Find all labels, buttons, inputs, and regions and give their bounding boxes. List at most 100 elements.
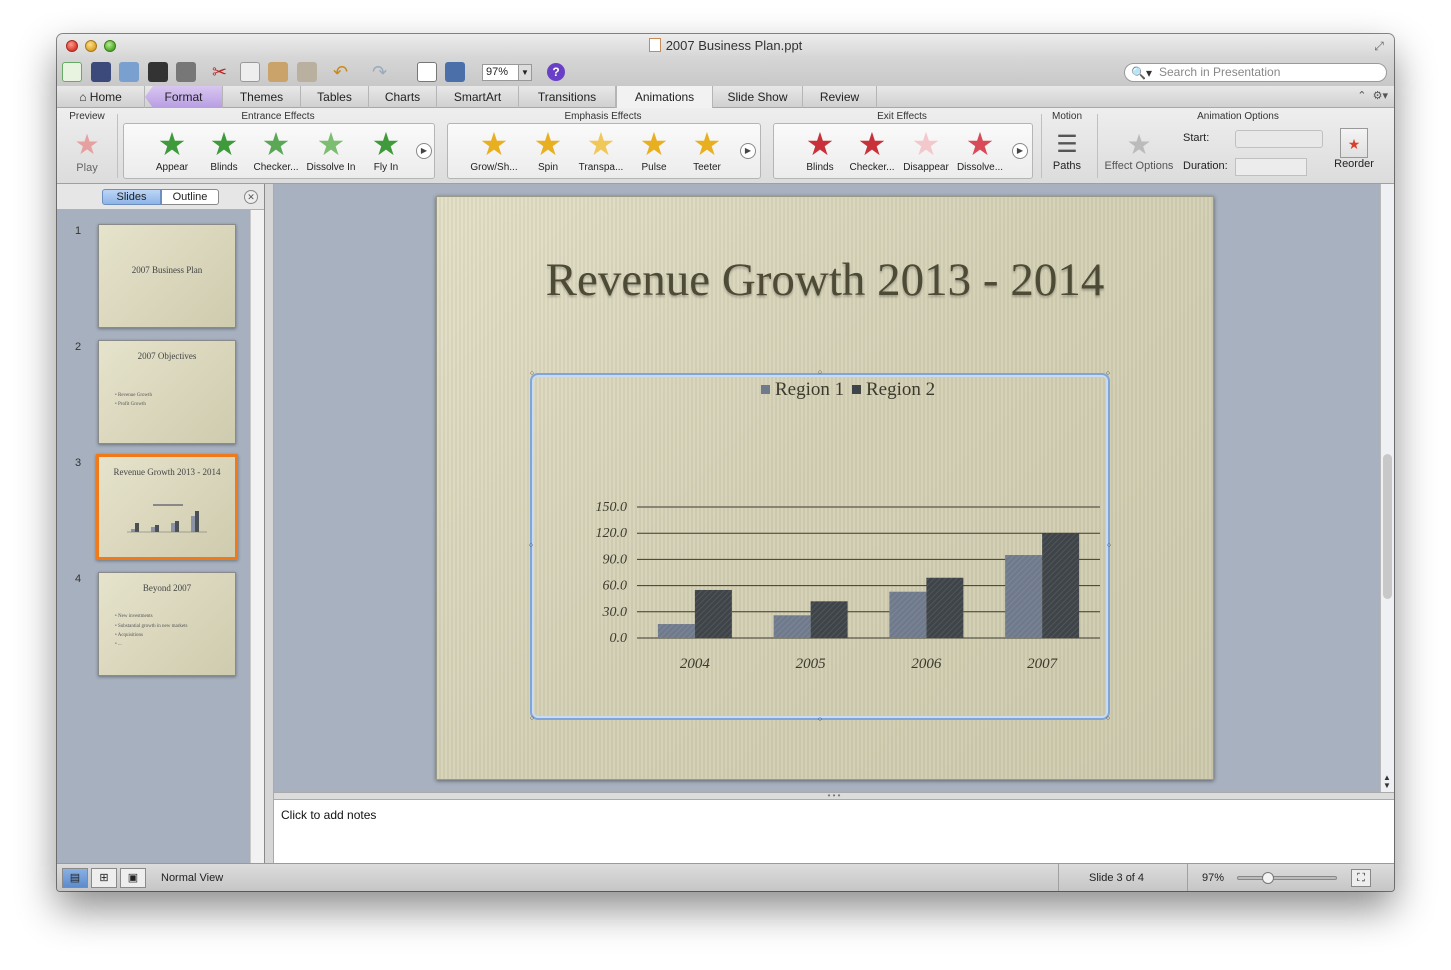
reorder-button[interactable]: ★ Reorder (1331, 128, 1377, 170)
ribbon-collapse-icon[interactable]: ⌃ ⚙▾ (1357, 89, 1388, 102)
effect-spin[interactable]: ★ Spin (522, 126, 574, 174)
search-input[interactable]: 🔍▾ Search in Presentation (1124, 63, 1387, 82)
pane-splitter[interactable] (265, 184, 274, 863)
tab-smartart[interactable]: SmartArt (437, 86, 519, 108)
tab-tables[interactable]: Tables (301, 86, 369, 108)
tab-label: Format (164, 90, 203, 104)
slide-show-icon[interactable] (445, 62, 465, 82)
more-effects-icon[interactable]: ▶ (1012, 143, 1028, 159)
paste-icon[interactable] (268, 62, 288, 82)
tab-label: Transitions (537, 90, 597, 104)
tab-animations[interactable]: Animations (616, 86, 713, 108)
effect-appear[interactable]: ★ Appear (146, 126, 198, 174)
effect-transparency[interactable]: ★ Transpa... (575, 126, 627, 174)
cut-icon[interactable]: ✂ (212, 62, 232, 82)
fullscreen-icon[interactable]: ⤢ (1372, 39, 1386, 53)
status-bar: ▤ ⊞ ▣ Normal View Slide 3 of 4 97% ⛶ (57, 863, 1394, 891)
effect-options-button[interactable]: ★ Effect Options (1103, 130, 1175, 173)
duration-field[interactable] (1235, 158, 1307, 176)
more-effects-icon[interactable]: ▶ (740, 143, 756, 159)
slide-thumbnail-4[interactable]: Beyond 2007 • New investments • Substant… (98, 572, 236, 676)
slide-title[interactable]: Revenue Growth 2013 - 2014 (437, 253, 1213, 307)
format-painter-icon[interactable] (297, 62, 317, 82)
effect-dissolve-out[interactable]: ★ Dissolve... (954, 126, 1006, 174)
effect-teeter[interactable]: ★ Teeter (681, 126, 733, 174)
tab-slides[interactable]: Slides (102, 189, 161, 205)
tab-themes[interactable]: Themes (223, 86, 301, 108)
preview-group-title: Preview (69, 111, 105, 122)
tab-transitions[interactable]: Transitions (519, 86, 616, 108)
canvas-scrollbar[interactable]: ▲ ▼ (1380, 184, 1394, 792)
effect-fly-in[interactable]: ★ Fly In (360, 126, 412, 174)
effect-exit-blinds[interactable]: ★ Blinds (794, 126, 846, 174)
zoom-window-button[interactable] (104, 40, 116, 52)
effect-exit-checker[interactable]: ★ Checker... (846, 126, 898, 174)
y-tick-label: 30.0 (602, 605, 628, 620)
undo-icon[interactable]: ↶ (333, 62, 353, 82)
tab-charts[interactable]: Charts (369, 86, 437, 108)
tab-slide-show[interactable]: Slide Show (713, 86, 803, 108)
save-icon[interactable] (148, 62, 168, 82)
effect-grow-shrink[interactable]: ★ Grow/Sh... (468, 126, 520, 174)
thumb-bar (135, 523, 139, 532)
normal-view-button[interactable]: ▤ (62, 868, 88, 888)
slide-layout-icon[interactable] (417, 62, 437, 82)
tab-home[interactable]: ⌂ Home (57, 86, 145, 108)
slides-scrollbar[interactable] (250, 210, 264, 863)
tab-format[interactable]: Format (145, 86, 223, 108)
help-icon[interactable]: ? (547, 63, 565, 81)
close-window-button[interactable] (66, 40, 78, 52)
thumb-bar (131, 529, 135, 532)
slide: Revenue Growth 2013 - 2014 ⁘ ⁘ ⁘ ⁘ ⁘ ⁘ ⁘… (436, 196, 1214, 780)
print-icon[interactable] (176, 62, 196, 82)
notes-splitter[interactable]: • • • (274, 792, 1394, 800)
legend-label: Region 2 (866, 379, 935, 400)
start-label: Start: (1183, 132, 1210, 144)
page-nav-icon[interactable]: ▲ ▼ (1383, 774, 1391, 790)
effect-disappear[interactable]: ★ Disappear (900, 126, 952, 174)
animations-ribbon: Preview ★ Play Entrance Effects ★ Appear … (57, 108, 1394, 184)
play-star-icon: ★ (74, 129, 100, 160)
bar-chart: 0.0 30.0 60.0 90.0 120.0 150.0 2004 2005 2006 200… (596, 379, 1100, 672)
effect-options-label: Effect Options (1104, 160, 1174, 172)
thumb-bullet: • Revenue Growth (115, 393, 153, 398)
slide-sorter-button[interactable]: ⊞ (91, 868, 117, 888)
thumb-bar (175, 521, 179, 532)
x-tick-label: 2006 (911, 656, 942, 672)
new-slide-icon[interactable] (62, 62, 82, 82)
slide-thumbnail-3[interactable]: Revenue Growth 2013 - 2014 (96, 454, 238, 560)
powerpoint-window: 2007 Business Plan.ppt ⤢ ✂ ↶ ↷ 97% ▼ ? 🔍▾… (57, 34, 1394, 891)
zoom-slider-knob[interactable] (1261, 872, 1274, 884)
tab-outline[interactable]: Outline (161, 189, 219, 205)
start-select[interactable] (1235, 130, 1323, 148)
slide-thumbnail-2[interactable]: 2007 Objectives • Revenue Growth • Profi… (98, 340, 236, 444)
scroll-thumb[interactable] (1383, 454, 1392, 599)
minimize-window-button[interactable] (85, 40, 97, 52)
zoom-slider[interactable] (1237, 872, 1337, 884)
zoom-select[interactable]: 97% ▼ (482, 64, 532, 81)
slide-show-view-button[interactable]: ▣ (120, 868, 146, 888)
view-name: Normal View (161, 872, 224, 884)
slide-thumbnail-1[interactable]: 2007 Business Plan (98, 224, 236, 328)
effect-label: Checker... (253, 162, 299, 173)
effect-label: Appear (155, 162, 189, 173)
effect-pulse[interactable]: ★ Pulse (628, 126, 680, 174)
redo-icon[interactable]: ↷ (372, 62, 392, 82)
legend-swatch (761, 385, 770, 394)
thumb-chart (127, 504, 207, 533)
notes-field[interactable]: Click to add notes (274, 800, 1394, 863)
close-pane-icon[interactable]: ✕ (244, 190, 258, 204)
fit-to-window-icon[interactable]: ⛶ (1351, 869, 1371, 887)
paths-button[interactable]: ☰ Paths (1045, 130, 1089, 172)
play-button[interactable]: ★ Play (69, 128, 105, 174)
divider (1058, 864, 1059, 891)
more-effects-icon[interactable]: ▶ (416, 143, 432, 159)
effect-dissolve-in[interactable]: ★ Dissolve In (302, 126, 360, 174)
effect-checker[interactable]: ★ Checker... (250, 126, 302, 174)
open-folder-icon[interactable] (119, 62, 139, 82)
chart-placeholder[interactable]: ⁘ ⁘ ⁘ ⁘ ⁘ ⁘ ⁘ ⁘ 0.0 30.0 60.0 90.0 120.0 150.… (528, 369, 1113, 724)
copy-icon[interactable] (240, 62, 260, 82)
gallery-icon[interactable] (91, 62, 111, 82)
tab-review[interactable]: Review (803, 86, 877, 108)
effect-blinds[interactable]: ★ Blinds (198, 126, 250, 174)
